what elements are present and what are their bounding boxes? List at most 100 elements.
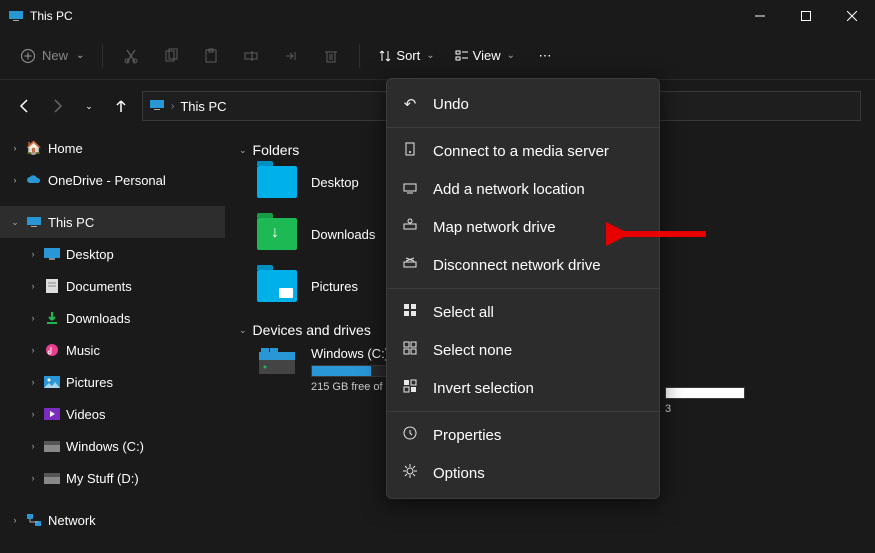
folder-icon <box>257 270 297 302</box>
sidebar-item-label: Windows (C:) <box>66 439 144 454</box>
desktop-icon <box>44 246 60 262</box>
cut-button[interactable] <box>113 40 149 72</box>
gear-icon <box>401 464 419 482</box>
pc-icon <box>26 214 42 230</box>
cloud-icon <box>26 172 42 188</box>
sort-icon <box>378 49 392 63</box>
back-button[interactable] <box>14 95 36 117</box>
menu-undo[interactable]: ↶ Undo <box>387 85 659 123</box>
select-all-icon <box>401 303 419 321</box>
up-button[interactable] <box>110 95 132 117</box>
maximize-button[interactable] <box>783 0 829 32</box>
menu-label: Disconnect network drive <box>433 257 601 274</box>
menu-options[interactable]: Options <box>387 454 659 492</box>
chevron-down-icon: ⌄ <box>239 145 247 156</box>
home-icon: 🏠 <box>26 140 42 156</box>
forward-button[interactable] <box>46 95 68 117</box>
chevron-right-icon[interactable]: › <box>28 441 38 451</box>
menu-label: Properties <box>433 427 501 444</box>
sidebar: › 🏠 Home › OneDrive - Personal ⌄ This PC… <box>0 126 225 553</box>
sidebar-item-downloads[interactable]: › Downloads <box>0 302 225 334</box>
minimize-button[interactable] <box>737 0 783 32</box>
window-title: This PC <box>30 9 73 23</box>
chevron-right-icon[interactable]: › <box>28 281 38 291</box>
chevron-right-icon[interactable]: › <box>28 377 38 387</box>
share-button[interactable] <box>273 40 309 72</box>
sidebar-item-pictures[interactable]: › Pictures <box>0 366 225 398</box>
menu-disconnect-network-drive[interactable]: Disconnect network drive <box>387 246 659 284</box>
folder-label: Desktop <box>311 175 359 190</box>
chevron-down-icon: ⌄ <box>507 50 515 61</box>
folder-label: Pictures <box>311 279 358 294</box>
menu-invert-selection[interactable]: Invert selection <box>387 369 659 407</box>
chevron-right-icon[interactable]: › <box>28 249 38 259</box>
sidebar-item-network[interactable]: › Network <box>0 504 225 536</box>
chevron-right-icon[interactable]: › <box>10 515 20 525</box>
sidebar-item-videos[interactable]: › Videos <box>0 398 225 430</box>
copy-button[interactable] <box>153 40 189 72</box>
menu-select-all[interactable]: Select all <box>387 293 659 331</box>
chevron-right-icon[interactable]: › <box>28 409 38 419</box>
view-button[interactable]: View ⌄ <box>447 44 523 67</box>
select-none-icon <box>401 341 419 359</box>
sidebar-item-onedrive[interactable]: › OneDrive - Personal <box>0 164 225 196</box>
new-label: New <box>42 48 68 63</box>
sidebar-item-label: Home <box>48 141 83 156</box>
view-label: View <box>473 48 501 63</box>
menu-label: Add a network location <box>433 181 585 198</box>
sidebar-item-desktop[interactable]: › Desktop <box>0 238 225 270</box>
sidebar-item-label: Network <box>48 513 96 528</box>
menu-select-none[interactable]: Select none <box>387 331 659 369</box>
sidebar-item-label: My Stuff (D:) <box>66 471 139 486</box>
sidebar-item-label: Desktop <box>66 247 114 262</box>
menu-properties[interactable]: Properties <box>387 416 659 454</box>
drive-icon <box>44 470 60 486</box>
sidebar-item-label: Music <box>66 343 100 358</box>
sidebar-item-home[interactable]: › 🏠 Home <box>0 132 225 164</box>
toolbar: New ⌄ Sort ⌄ View ⌄ ⋯ <box>0 32 875 80</box>
separator <box>387 411 659 412</box>
sort-button[interactable]: Sort ⌄ <box>370 44 442 67</box>
documents-icon <box>44 278 60 294</box>
music-icon <box>44 342 60 358</box>
sidebar-item-label: Documents <box>66 279 132 294</box>
map-drive-icon <box>401 218 419 236</box>
close-button[interactable] <box>829 0 875 32</box>
sidebar-item-windows-c[interactable]: › Windows (C:) <box>0 430 225 462</box>
chevron-right-icon[interactable]: › <box>28 473 38 483</box>
more-button[interactable]: ⋯ <box>527 40 563 72</box>
menu-label: Map network drive <box>433 219 556 236</box>
server-icon <box>401 142 419 160</box>
paste-button[interactable] <box>193 40 229 72</box>
properties-icon <box>401 426 419 444</box>
chevron-down-icon[interactable]: ⌄ <box>10 217 20 228</box>
sidebar-item-label: Pictures <box>66 375 113 390</box>
folder-icon <box>257 218 297 250</box>
menu-connect-media-server[interactable]: Connect to a media server <box>387 132 659 170</box>
menu-label: Undo <box>433 96 469 113</box>
recent-button[interactable]: ⌄ <box>78 95 100 117</box>
chevron-right-icon[interactable]: › <box>28 313 38 323</box>
network-icon <box>26 512 42 528</box>
menu-map-network-drive[interactable]: Map network drive <box>387 208 659 246</box>
chevron-right-icon[interactable]: › <box>28 345 38 355</box>
pc-icon <box>8 8 24 24</box>
new-button[interactable]: New ⌄ <box>12 42 92 70</box>
menu-label: Select none <box>433 342 512 359</box>
chevron-right-icon[interactable]: › <box>10 143 20 153</box>
delete-button[interactable] <box>313 40 349 72</box>
sidebar-item-documents[interactable]: › Documents <box>0 270 225 302</box>
disconnect-drive-icon <box>401 256 419 274</box>
rename-button[interactable] <box>233 40 269 72</box>
invert-icon <box>401 379 419 397</box>
sidebar-item-music[interactable]: › Music <box>0 334 225 366</box>
chevron-down-icon: ⌄ <box>76 50 84 61</box>
sidebar-item-thispc[interactable]: ⌄ This PC <box>0 206 225 238</box>
chevron-right-icon[interactable]: › <box>10 175 20 185</box>
menu-label: Options <box>433 465 485 482</box>
sidebar-item-mystuff-d[interactable]: › My Stuff (D:) <box>0 462 225 494</box>
separator <box>359 44 360 68</box>
drive-usage-bar <box>665 387 745 399</box>
menu-add-network-location[interactable]: Add a network location <box>387 170 659 208</box>
address-path[interactable]: This PC <box>180 99 226 114</box>
